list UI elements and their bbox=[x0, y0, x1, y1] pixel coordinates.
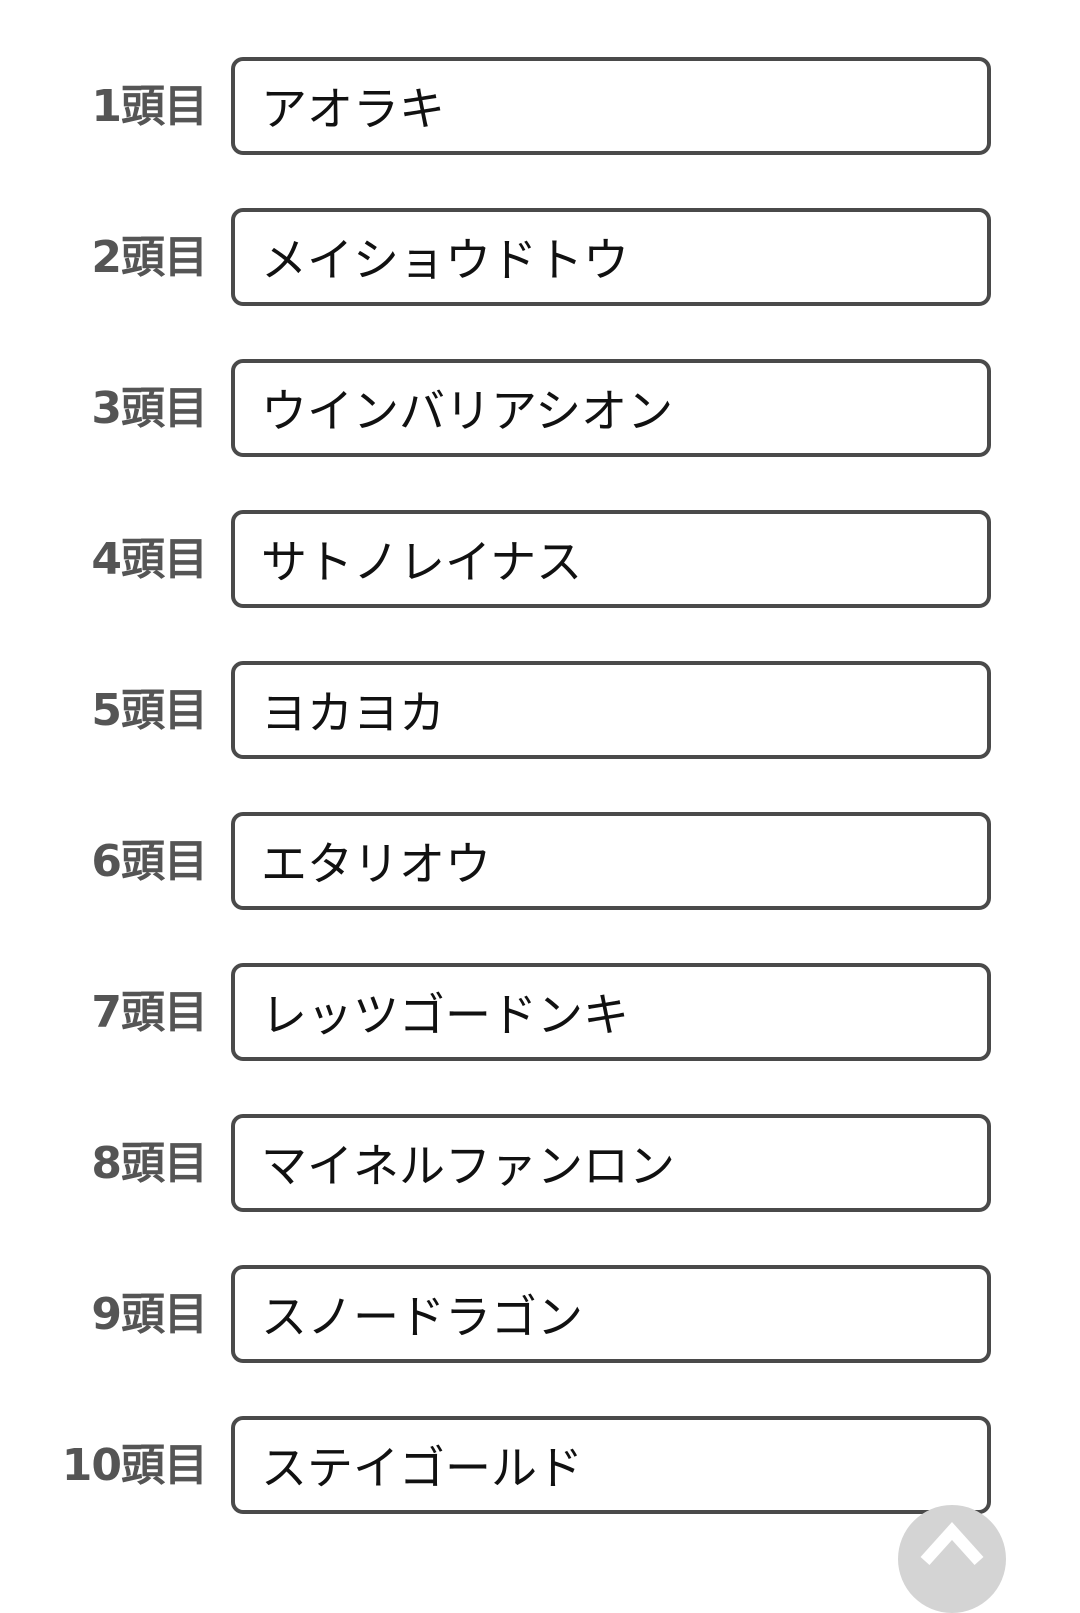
entry-label-4: 4頭目 bbox=[91, 534, 208, 585]
entry-input-4[interactable] bbox=[231, 510, 991, 608]
entry-label-1: 1頭目 bbox=[91, 81, 208, 132]
entry-label-3: 3頭目 bbox=[91, 383, 208, 434]
entry-input-8[interactable] bbox=[231, 1114, 991, 1212]
entry-row-2: 2頭目 bbox=[0, 208, 1080, 308]
entry-input-1[interactable] bbox=[231, 57, 991, 155]
entry-input-9[interactable] bbox=[231, 1265, 991, 1363]
entry-input-5[interactable] bbox=[231, 661, 991, 759]
entry-row-5: 5頭目 bbox=[0, 661, 1080, 761]
entry-label-8: 8頭目 bbox=[91, 1138, 208, 1189]
entry-label-2: 2頭目 bbox=[91, 232, 208, 283]
entry-label-6: 6頭目 bbox=[91, 836, 208, 887]
entry-row-9: 9頭目 bbox=[0, 1265, 1080, 1365]
entry-row-8: 8頭目 bbox=[0, 1114, 1080, 1214]
entry-input-7[interactable] bbox=[231, 963, 991, 1061]
entry-label-10: 10頭目 bbox=[61, 1440, 208, 1491]
entry-input-6[interactable] bbox=[231, 812, 991, 910]
entry-row-4: 4頭目 bbox=[0, 510, 1080, 610]
horse-entry-list: 1頭目 2頭目 3頭目 4頭目 5頭目 6頭目 7頭目 8頭目 9頭目 10頭目 bbox=[0, 57, 1080, 1567]
entry-input-10[interactable] bbox=[231, 1416, 991, 1514]
entry-label-9: 9頭目 bbox=[91, 1289, 208, 1340]
entry-row-1: 1頭目 bbox=[0, 57, 1080, 157]
entry-row-6: 6頭目 bbox=[0, 812, 1080, 912]
entry-label-5: 5頭目 bbox=[91, 685, 208, 736]
entry-row-7: 7頭目 bbox=[0, 963, 1080, 1063]
entry-row-3: 3頭目 bbox=[0, 359, 1080, 459]
entry-label-7: 7頭目 bbox=[91, 987, 208, 1038]
scroll-to-top-button[interactable] bbox=[898, 1505, 1006, 1613]
chevron-up-icon bbox=[920, 1522, 984, 1566]
entry-input-2[interactable] bbox=[231, 208, 991, 306]
entry-input-3[interactable] bbox=[231, 359, 991, 457]
entry-row-10: 10頭目 bbox=[0, 1416, 1080, 1516]
